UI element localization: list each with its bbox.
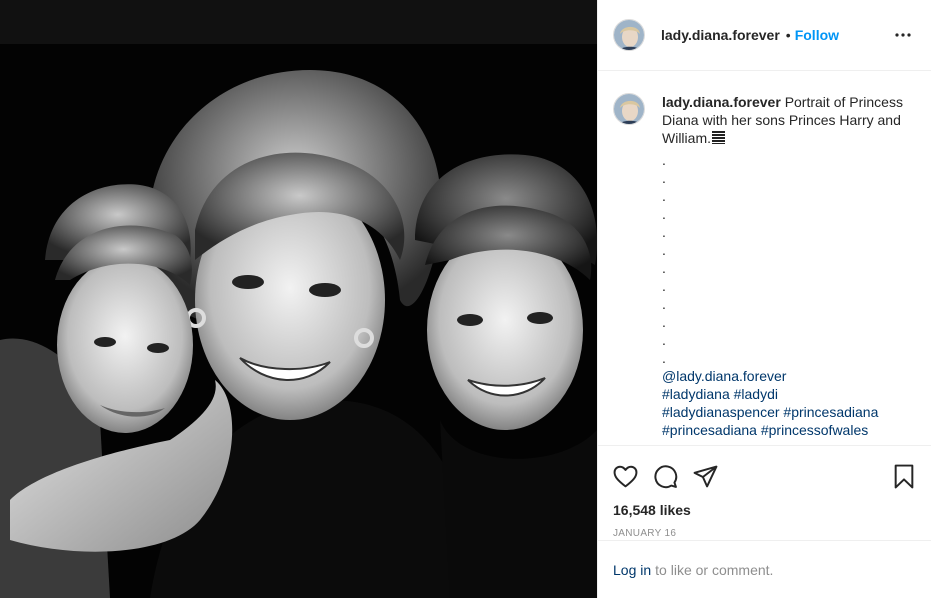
bookmark-icon[interactable] xyxy=(891,463,917,489)
post-actions xyxy=(598,452,931,500)
login-prompt: Log in to like or comment. xyxy=(598,540,931,598)
caption-dot: . xyxy=(662,332,666,348)
follow-button[interactable]: Follow xyxy=(795,27,839,43)
caption-hashtags: @lady.diana.forever #ladydiana #ladydi #… xyxy=(662,367,912,439)
post-header: lady.diana.forever • Follow xyxy=(598,0,931,71)
caption-dot: . xyxy=(662,296,666,312)
paper-plane-icon[interactable] xyxy=(692,463,718,489)
caption-dot: . xyxy=(662,188,666,204)
hashtag-line[interactable]: #ladydiana #ladydi xyxy=(662,385,912,403)
caption-dot: . xyxy=(662,242,666,258)
more-options-icon[interactable] xyxy=(891,23,915,47)
author-avatar[interactable] xyxy=(613,19,645,51)
login-link[interactable]: Log in xyxy=(613,562,651,578)
caption-dot: . xyxy=(662,152,666,168)
flag-icon xyxy=(712,131,725,144)
caption-avatar[interactable] xyxy=(613,93,645,125)
login-prompt-text: to like or comment. xyxy=(655,561,774,578)
post-photo[interactable] xyxy=(0,0,597,598)
likes-count[interactable]: 16,548 likes xyxy=(598,500,931,520)
comment-bubble-icon[interactable] xyxy=(652,463,678,489)
caption-dots: . . . . . . . . . . . . xyxy=(662,151,912,367)
comments-area[interactable]: lady.diana.forever Portrait of Princess … xyxy=(598,71,931,446)
caption-dot: . xyxy=(662,350,666,366)
hashtag-line[interactable]: #princesadiana #princessofwales xyxy=(662,421,912,439)
hashtag-line[interactable]: #ladydianaspencer #princesadiana xyxy=(662,403,912,421)
caption-text-block: lady.diana.forever Portrait of Princess … xyxy=(662,93,912,439)
portrait-image xyxy=(0,0,597,598)
caption-dot: . xyxy=(662,224,666,240)
heart-icon[interactable] xyxy=(612,463,638,489)
caption-username[interactable]: lady.diana.forever xyxy=(662,94,781,110)
hashtag-line[interactable]: @lady.diana.forever xyxy=(662,367,912,385)
instagram-post: lady.diana.forever • Follow lady.diana.f… xyxy=(0,0,931,598)
post-side-panel: lady.diana.forever • Follow lady.diana.f… xyxy=(597,0,931,598)
caption-dot: . xyxy=(662,206,666,222)
post-caption: lady.diana.forever Portrait of Princess … xyxy=(613,93,915,439)
caption-dot: . xyxy=(662,170,666,186)
caption-dot: . xyxy=(662,278,666,294)
caption-dot: . xyxy=(662,260,666,276)
caption-dot: . xyxy=(662,314,666,330)
separator-dot: • xyxy=(785,27,791,43)
author-username[interactable]: lady.diana.forever xyxy=(661,27,780,43)
